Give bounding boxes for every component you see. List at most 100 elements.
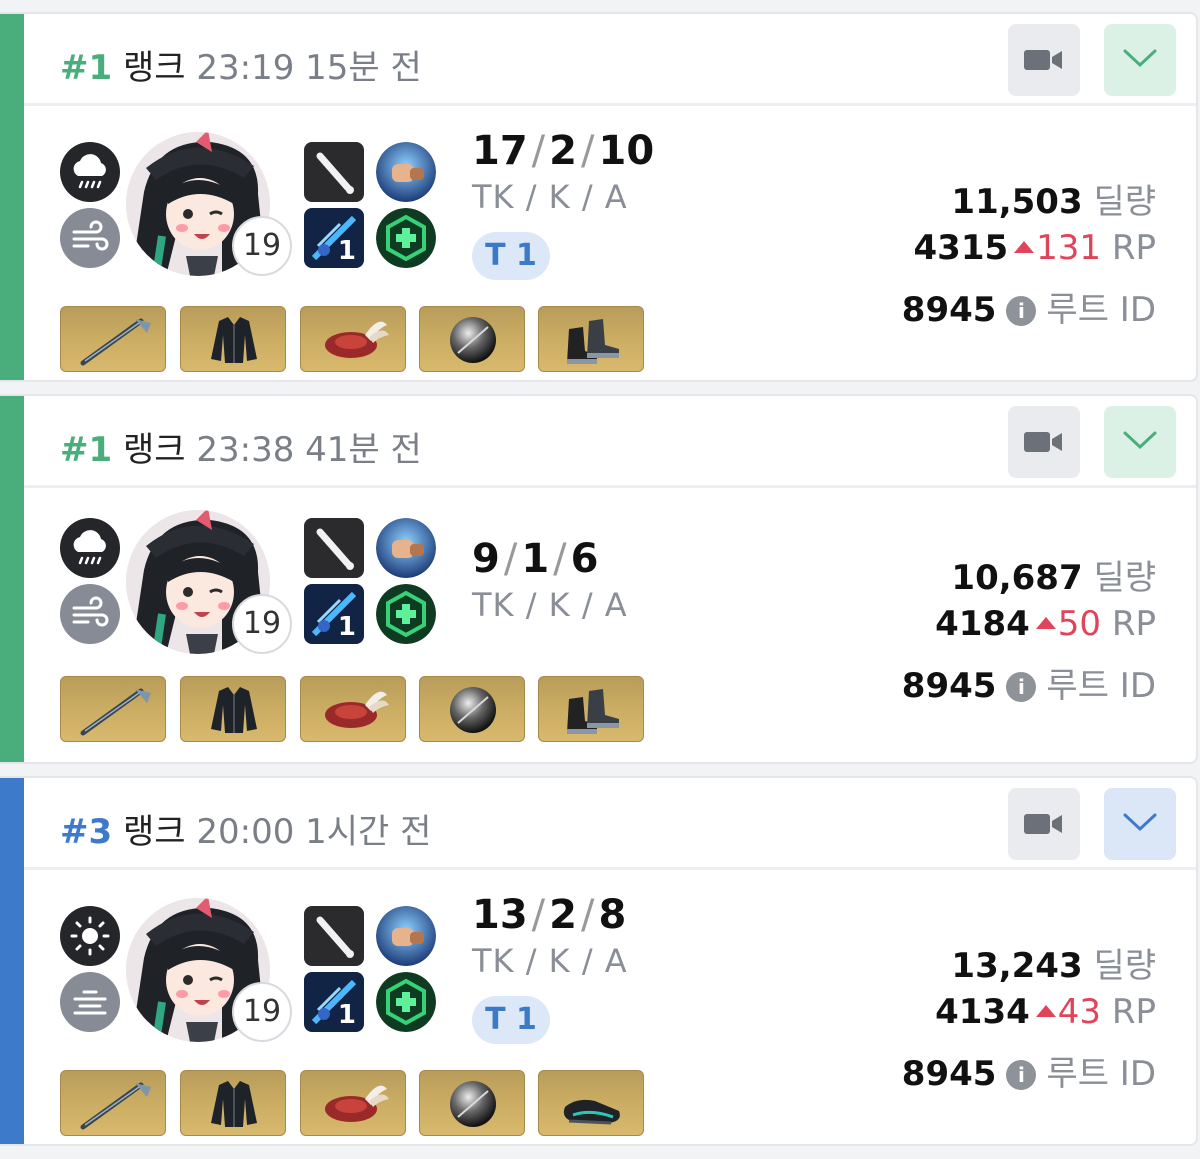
blade-skill-icon[interactable]: 1	[304, 584, 364, 644]
spear-item-icon[interactable]	[60, 306, 166, 372]
jacket-item-icon[interactable]	[180, 1070, 286, 1136]
bat-skill-icon[interactable]	[304, 142, 364, 202]
route-id-value: 8945	[901, 1054, 997, 1094]
route-id-stat: 8945 i 루트 ID	[902, 658, 1156, 707]
bat-skill-icon[interactable]	[304, 906, 364, 966]
chevron-down-icon	[1123, 49, 1157, 68]
rank-number: #3	[60, 812, 113, 852]
jacket-item-icon[interactable]	[180, 676, 286, 742]
heal-skill-icon[interactable]	[376, 208, 436, 268]
rp-value: 4184	[935, 604, 1030, 644]
info-icon[interactable]: i	[1006, 672, 1037, 702]
blade-skill-icon[interactable]: 1	[304, 208, 364, 268]
rp-stat: 4315 131 RP	[914, 228, 1157, 268]
rank-label: 랭크	[122, 812, 186, 852]
damage-stat: 13,243 딜량	[951, 938, 1156, 987]
skill-level-count: 1	[337, 236, 356, 266]
match-header: #1 랭크 23:38 41분 전	[24, 396, 1196, 488]
video-button[interactable]	[1008, 406, 1080, 478]
spear-item-icon[interactable]	[60, 1070, 166, 1136]
rp-value: 4134	[935, 992, 1030, 1032]
kda-score: 17/2/10	[472, 128, 654, 174]
wind-icon	[60, 584, 120, 644]
expand-toggle-button[interactable]	[1104, 24, 1176, 96]
heal-skill-icon[interactable]	[376, 972, 436, 1032]
level-badge: 19	[232, 982, 292, 1042]
rp-stat: 4134 43 RP	[935, 992, 1156, 1032]
spear-item-icon[interactable]	[60, 676, 166, 742]
blade-skill-icon[interactable]: 1	[304, 972, 364, 1032]
tier-badge: T 1	[472, 232, 550, 280]
match-card[interactable]: #1 랭크 23:19 15분 전 19 1 17/2/10 TK / K / AT 1…	[0, 12, 1198, 382]
kda-separator: /	[531, 128, 546, 174]
video-button[interactable]	[1008, 788, 1080, 860]
rain-cloud-icon	[60, 142, 120, 202]
disc-item-icon[interactable]	[419, 676, 525, 742]
kda-score: 13/2/8	[472, 892, 626, 938]
route-id-value: 8945	[901, 666, 997, 706]
shoes-item-icon[interactable]	[538, 1070, 644, 1136]
disc-item-icon[interactable]	[419, 306, 525, 372]
crest-item-icon[interactable]	[300, 676, 406, 742]
match-ago: 15분 전	[305, 48, 422, 88]
kda-separator: /	[531, 892, 546, 938]
route-id-unit: 루트 ID	[1046, 666, 1156, 706]
damage-value: 11,503	[951, 182, 1083, 222]
jacket-item-icon[interactable]	[180, 306, 286, 372]
fist-skill-icon[interactable]	[376, 142, 436, 202]
bat-skill-icon[interactable]	[304, 518, 364, 578]
kda-value: 6	[570, 536, 599, 582]
level-badge: 19	[232, 594, 292, 654]
route-id-value: 8945	[901, 290, 997, 330]
fist-skill-icon[interactable]	[376, 518, 436, 578]
rp-up-arrow-icon	[1035, 617, 1056, 629]
rp-change: 43	[1057, 992, 1102, 1032]
match-card[interactable]: #3 랭크 20:00 1시간 전 19 1 13/2/8 TK / K / AT 11…	[0, 776, 1198, 1146]
damage-unit: 딜량	[1093, 946, 1156, 986]
damage-unit: 딜량	[1093, 558, 1156, 598]
rp-up-arrow-icon	[1014, 241, 1035, 253]
kda-value: 10	[598, 128, 655, 174]
match-ago: 1시간 전	[305, 812, 432, 852]
boots-item-icon[interactable]	[538, 306, 644, 372]
match-title: #1 랭크 23:19 15분 전	[60, 40, 422, 89]
kda-value: 17	[472, 128, 528, 174]
crest-item-icon[interactable]	[300, 1070, 406, 1136]
kda-separator: /	[553, 536, 567, 582]
rp-value: 4315	[913, 228, 1009, 268]
match-time: 23:19	[196, 48, 295, 88]
wind-icon	[60, 208, 120, 268]
rank-color-stripe	[0, 778, 24, 1144]
route-id-unit: 루트 ID	[1046, 290, 1156, 330]
info-icon[interactable]: i	[1006, 1060, 1037, 1090]
kda-label: TK / K / A	[472, 942, 628, 980]
match-title: #1 랭크 23:38 41분 전	[60, 422, 422, 471]
skill-level-count: 1	[337, 612, 356, 642]
match-header: #3 랭크 20:00 1시간 전	[24, 778, 1196, 870]
kda-label: TK / K / A	[472, 586, 628, 624]
video-button[interactable]	[1008, 24, 1080, 96]
rank-color-stripe	[0, 14, 24, 380]
heal-skill-icon[interactable]	[376, 584, 436, 644]
boots-item-icon[interactable]	[538, 676, 644, 742]
rp-stat: 4184 50 RP	[935, 604, 1156, 644]
expand-toggle-button[interactable]	[1104, 788, 1176, 860]
rp-change: 131	[1036, 228, 1102, 268]
kda-value: 8	[598, 892, 627, 938]
info-icon[interactable]: i	[1006, 296, 1037, 326]
expand-toggle-button[interactable]	[1104, 406, 1176, 478]
level-badge: 19	[232, 216, 292, 276]
rp-unit: RP	[1111, 228, 1156, 268]
rank-number: #1	[60, 48, 113, 88]
disc-item-icon[interactable]	[419, 1070, 525, 1136]
kda-separator: /	[581, 892, 595, 938]
video-camera-icon	[1024, 814, 1062, 834]
fist-skill-icon[interactable]	[376, 906, 436, 966]
damage-value: 13,243	[951, 946, 1083, 986]
match-time: 23:38	[196, 430, 295, 470]
match-history-list: #1 랭크 23:19 15분 전 19 1 17/2/10 TK / K / AT 1…	[0, 0, 1200, 1159]
match-ago: 41분 전	[305, 430, 422, 470]
match-card[interactable]: #1 랭크 23:38 41분 전 19 1 9/1/6 TK / K / A 10,68…	[0, 394, 1198, 764]
crest-item-icon[interactable]	[300, 306, 406, 372]
skill-level-count: 1	[337, 1000, 356, 1030]
